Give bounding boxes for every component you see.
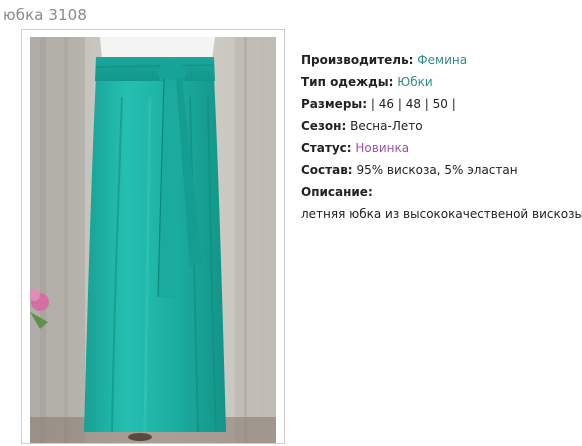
clothing-type-link[interactable]: Юбки	[397, 75, 432, 89]
season-value: Весна-Лето	[350, 119, 423, 133]
sizes-value: | 46 | 48 | 50 |	[370, 97, 456, 111]
description-text: летняя юбка из высококачественой вискозы…	[301, 207, 582, 221]
composition-row: Состав: 95% вискоза, 5% эластан	[301, 162, 581, 184]
product-image[interactable]	[30, 37, 276, 443]
description-label-row: Описание:	[301, 184, 581, 206]
status-link[interactable]: Новинка	[355, 141, 409, 155]
clothing-type-row: Тип одежды: Юбки	[301, 74, 581, 96]
product-page: юбка 3108 Производитель: Фемина Тип одеж…	[0, 0, 582, 446]
manufacturer-link[interactable]: Фемина	[417, 53, 467, 67]
product-title: юбка 3108	[3, 6, 87, 24]
clothing-type-label: Тип одежды:	[301, 75, 394, 89]
season-row: Сезон: Весна-Лето	[301, 118, 581, 140]
sizes-label: Размеры:	[301, 97, 368, 111]
product-image-frame[interactable]	[21, 29, 285, 444]
season-label: Сезон:	[301, 119, 347, 133]
status-label: Статус:	[301, 141, 352, 155]
status-row: Статус: Новинка	[301, 140, 581, 162]
sizes-row: Размеры: | 46 | 48 | 50 |	[301, 96, 581, 118]
description-row: летняя юбка из высококачественой вискозы…	[301, 206, 582, 228]
composition-label: Состав:	[301, 163, 353, 177]
description-label: Описание:	[301, 185, 373, 199]
manufacturer-label: Производитель:	[301, 53, 414, 67]
composition-value: 95% вискоза, 5% эластан	[356, 163, 518, 177]
product-details: Производитель: Фемина Тип одежды: Юбки Р…	[301, 52, 582, 228]
manufacturer-row: Производитель: Фемина	[301, 52, 581, 74]
